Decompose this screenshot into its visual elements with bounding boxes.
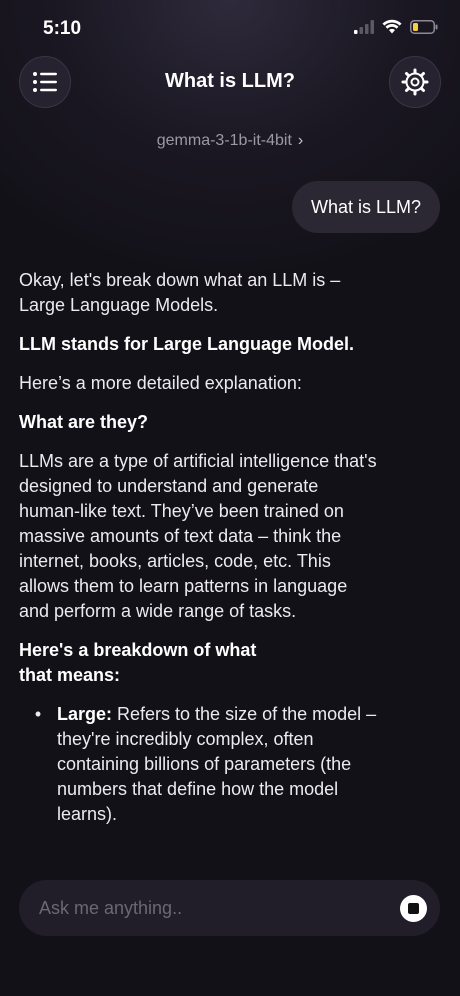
response-intro: Okay, let's break down what an LLM is – … [19, 270, 341, 315]
stop-button[interactable] [400, 895, 427, 922]
cellular-signal-icon [354, 19, 374, 34]
battery-low-icon [410, 19, 438, 34]
bullet-text: Large: Refers to the size of the model –… [57, 702, 379, 827]
user-message-text: What is LLM? [310, 196, 421, 217]
list-item: • Large: Refers to the size of the model… [19, 702, 379, 827]
response-heading: Here's a breakdown of what that means: [19, 640, 257, 685]
chevron-right-icon: › [297, 132, 304, 149]
status-time: 5:10 [43, 18, 82, 39]
status-icons [354, 19, 438, 34]
model-selector[interactable]: gemma-3-1b-it-4bit › [0, 132, 460, 150]
response-lead: Here’s a more detailed explanation: [19, 373, 302, 393]
model-name: gemma-3-1b-it-4bit [156, 132, 292, 149]
response-paragraph: LLMs are a type of artificial intelligen… [19, 451, 377, 621]
message-input-placeholder: Ask me anything.. [39, 897, 183, 918]
gear-icon [401, 68, 429, 96]
message-input[interactable]: Ask me anything.. [19, 880, 440, 936]
wifi-icon [382, 19, 402, 34]
assistant-response: Okay, let's break down what an LLM is – … [19, 268, 379, 827]
status-bar: 5:10 [0, 0, 460, 60]
response-heading: What are they? [19, 412, 149, 432]
bullet-icon: • [34, 704, 42, 724]
settings-button[interactable] [389, 56, 441, 108]
user-message-bubble: What is LLM? [291, 181, 440, 233]
bullet-term: Large: [57, 704, 113, 724]
response-definition: LLM stands for Large Language Model. [19, 334, 355, 354]
stop-icon [408, 903, 419, 914]
